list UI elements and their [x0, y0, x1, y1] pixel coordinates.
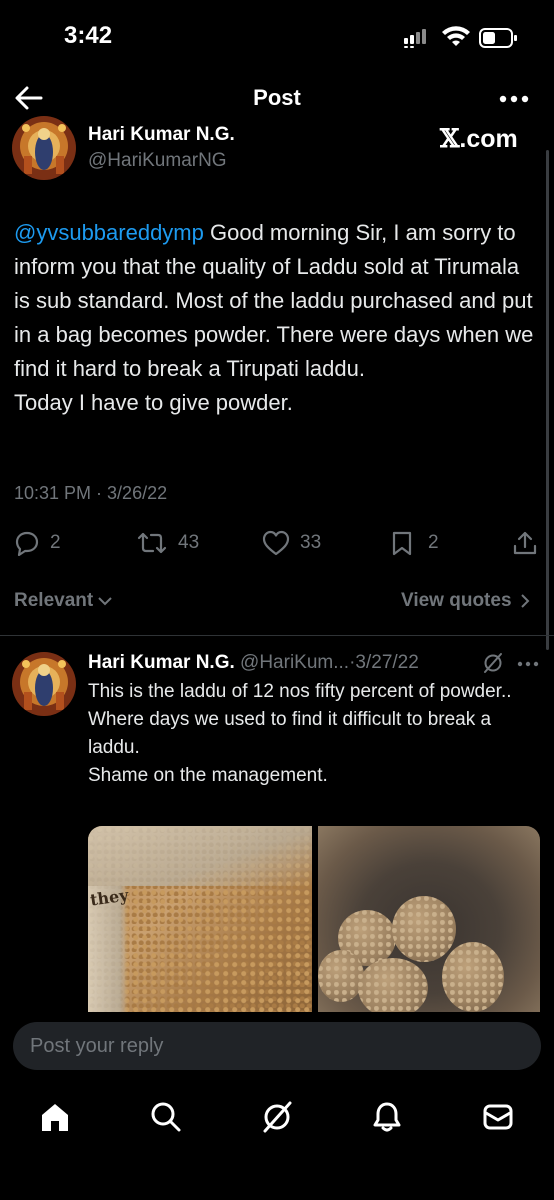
- grok-icon[interactable]: [482, 652, 504, 674]
- status-icons: [404, 26, 517, 48]
- reply-date: ·3/27/22: [349, 652, 419, 673]
- bookmark-button[interactable]: 2: [390, 528, 439, 558]
- share-icon: [513, 531, 537, 555]
- source-badge: 𝕏.com: [440, 124, 518, 154]
- sort-label: Relevant: [14, 590, 94, 611]
- like-count: 33: [300, 532, 322, 553]
- reply-icon: [15, 531, 39, 556]
- laddu: [392, 896, 456, 962]
- home-icon[interactable]: [38, 1100, 72, 1134]
- author-name[interactable]: Hari Kumar N.G.: [88, 124, 235, 146]
- x-logo-icon: 𝕏: [440, 124, 460, 153]
- notifications-icon[interactable]: [370, 1100, 404, 1134]
- page-title: Post: [253, 85, 301, 110]
- share-button[interactable]: [512, 528, 538, 558]
- author-handle[interactable]: @HariKumarNG: [88, 150, 227, 172]
- source-badge-text: .com: [459, 125, 518, 153]
- reply-avatar[interactable]: [12, 652, 76, 716]
- like-button[interactable]: 33: [262, 528, 321, 558]
- reply-text: This is the laddu of 12 nos fifty percen…: [88, 681, 512, 786]
- battery-icon: [479, 28, 517, 48]
- divider: [0, 635, 554, 636]
- reply-count: 2: [50, 532, 61, 553]
- reply-button[interactable]: 2: [14, 528, 61, 558]
- reply-author-name: Hari Kumar N.G.: [88, 652, 235, 673]
- reply-header[interactable]: Hari Kumar N.G. @HariKum...·3/27/22: [88, 652, 419, 674]
- post-body: @yvsubbareddymp Good morning Sir, I am s…: [14, 216, 534, 420]
- like-icon: [262, 530, 290, 556]
- sort-dropdown[interactable]: Relevant: [14, 590, 113, 612]
- wifi-icon: [442, 26, 470, 46]
- laddu: [318, 950, 364, 1002]
- bookmark-icon: [392, 531, 412, 556]
- newspaper-edge: [88, 826, 312, 886]
- chevron-right-icon: [520, 594, 529, 608]
- bookmark-count: 2: [428, 532, 439, 553]
- scrollbar[interactable]: [546, 150, 549, 650]
- reply-more-icon[interactable]: [516, 660, 540, 668]
- view-quotes-label: View quotes: [401, 590, 512, 611]
- reply-author-handle: @HariKum...: [240, 652, 350, 673]
- repost-count: 43: [178, 532, 200, 553]
- messages-icon[interactable]: [481, 1100, 515, 1134]
- repost-icon: [137, 532, 167, 554]
- reply-input-placeholder[interactable]: Post your reply: [30, 1035, 163, 1058]
- post-text: Good morning Sir, I am sorry to inform y…: [14, 220, 534, 415]
- more-icon[interactable]: [498, 94, 530, 104]
- reply-image-powder[interactable]: they: [88, 826, 312, 1012]
- signal-icon: [404, 29, 426, 48]
- mention-link[interactable]: @yvsubbareddymp: [14, 220, 204, 245]
- search-icon[interactable]: [149, 1100, 183, 1134]
- author-avatar[interactable]: [12, 116, 76, 180]
- chevron-down-icon: [98, 597, 112, 606]
- laddu: [358, 958, 428, 1012]
- status-time: 3:42: [64, 22, 113, 49]
- laddu: [442, 942, 504, 1012]
- view-quotes-link[interactable]: View quotes: [401, 590, 530, 612]
- post-timestamp[interactable]: 10:31 PM · 3/26/22: [14, 483, 167, 504]
- reply-image-laddus[interactable]: [318, 826, 540, 1012]
- grok-tab-icon[interactable]: [260, 1100, 294, 1134]
- repost-button[interactable]: 43: [136, 528, 199, 558]
